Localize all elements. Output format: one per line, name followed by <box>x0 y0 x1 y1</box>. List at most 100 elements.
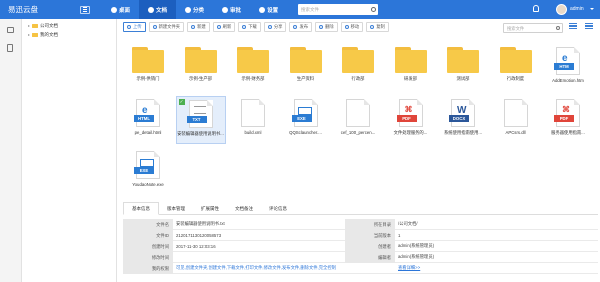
refresh-icon <box>216 25 221 29</box>
file-name-label: 测试部 <box>456 76 470 81</box>
nav-desktop[interactable]: 桌面 <box>102 0 139 19</box>
detail-label: 修改时间 <box>123 251 173 263</box>
menu-toggle-button[interactable] <box>80 5 90 14</box>
file-type-badge: HTM <box>554 63 574 70</box>
tab-versions[interactable]: 版本管理 <box>159 202 193 215</box>
detail-table: 文件名 安装编辑器使用说明书.txt 所在目录 /公司文档/ 文件ID 2120… <box>123 218 598 274</box>
file-item[interactable]: EXE YoudaoNote.exe <box>123 148 173 196</box>
tab-comments[interactable]: 评论信息 <box>261 202 295 215</box>
tab-notes[interactable]: 文档备注 <box>227 202 261 215</box>
file-name-label: 安装编辑器使用说明书... <box>177 131 224 136</box>
file-item[interactable]: TXT ✓ 安装编辑器使用说明书... <box>175 96 226 144</box>
folder-icon <box>447 47 479 73</box>
generic-file-icon <box>241 99 265 127</box>
main-nav: 桌面 文档 分类 审批 设置 <box>102 0 287 19</box>
upload-button[interactable]: 上传 <box>123 22 146 32</box>
top-search-input[interactable]: 搜索文件 <box>298 4 378 15</box>
clipboard-icon[interactable] <box>7 44 13 52</box>
checkmark-icon[interactable]: ✓ <box>178 99 185 105</box>
folder-icon[interactable] <box>7 27 14 33</box>
folder-item[interactable]: 示例-财务部 <box>228 44 278 92</box>
view-details-link[interactable]: 查看详细>> <box>398 265 420 270</box>
created-value: 2017-11-30 12:03:16 <box>176 243 216 249</box>
creator-value: admin(系统管理员) <box>398 243 435 248</box>
nav-documents[interactable]: 文档 <box>139 0 177 19</box>
txt-file-icon: TXT <box>186 100 213 128</box>
detail-row: 创建时间 2017-11-30 12:03:16 创建者 admin(系统管理员… <box>123 240 598 252</box>
detail-label: 编辑者 <box>345 251 395 263</box>
username[interactable]: admin <box>570 6 584 12</box>
download-button[interactable]: 下载 <box>238 22 261 32</box>
location-value: /公司文档/ <box>398 221 418 226</box>
file-id-value: 2120171130120058573 <box>176 232 222 238</box>
file-name-label: 行政制度 <box>506 76 525 81</box>
new-folder-button[interactable]: 新建文件夹 <box>148 22 185 32</box>
delete-button[interactable]: 删除 <box>315 22 338 32</box>
folder-icon <box>32 24 38 28</box>
file-item[interactable]: ⌘ PDF 文件处理服务的... <box>386 96 436 144</box>
file-type-badge: PDF <box>554 115 574 122</box>
bell-icon[interactable] <box>533 5 539 12</box>
tab-extended-attributes[interactable]: 扩展属性 <box>193 202 227 215</box>
folder-item[interactable]: 行政制度 <box>491 44 541 92</box>
detail-row: 文件ID 2120171130120058573 当前版本 1 <box>123 229 598 241</box>
folder-item[interactable]: 示例-生产部 <box>176 44 226 92</box>
file-item[interactable]: cef_100_percen... <box>333 96 383 144</box>
file-item[interactable]: build.xml <box>228 96 278 144</box>
move-button[interactable]: 移动 <box>340 22 364 32</box>
generic-file-icon <box>503 99 528 127</box>
file-item[interactable]: W DOCX 系统使用指南使用... <box>438 96 488 144</box>
search-icon[interactable] <box>371 6 376 12</box>
file-name-label: 系统使用指南使用... <box>444 130 482 135</box>
list-view-icon[interactable] <box>569 23 577 31</box>
folder-item[interactable]: 示例-供销门 <box>123 44 173 92</box>
refresh-button[interactable]: 刷新 <box>212 22 236 32</box>
left-icon-strip <box>0 19 22 282</box>
file-name-label: 文件处理服务的... <box>393 130 428 135</box>
folder-item[interactable]: 生产资料 <box>281 44 331 92</box>
file-name-label: 行政部 <box>351 76 365 81</box>
file-type-badge: PDF <box>396 115 417 122</box>
tree-item-company-docs[interactable]: 公司文档 <box>28 23 58 29</box>
search-icon[interactable] <box>556 26 560 30</box>
folder-icon <box>237 47 269 73</box>
desktop-icon <box>111 6 117 13</box>
file-item[interactable]: APCsrs.dll <box>491 96 541 144</box>
share-button[interactable]: 分享 <box>263 22 287 32</box>
grid-view-icon[interactable] <box>585 23 593 31</box>
detail-label: 文件名 <box>123 218 173 230</box>
avatar[interactable] <box>556 4 567 15</box>
folder-icon <box>32 33 38 37</box>
folder-icon <box>394 47 427 73</box>
file-name-label: 示例-财务部 <box>241 76 265 81</box>
folder-item[interactable]: 测试部 <box>438 44 488 92</box>
new-button[interactable]: 新建 <box>187 22 210 32</box>
expand-arrow-icon[interactable] <box>28 25 30 27</box>
permissions-value: 可见,创建文件夹,创建文件,下载文件,打印文件,修改文件,发布文件,删除文件,完… <box>176 265 336 270</box>
tree-item-my-docs[interactable]: 我的文档 <box>28 32 58 38</box>
copy-button[interactable]: 复制 <box>366 22 389 32</box>
nav-approval[interactable]: 审批 <box>213 0 250 19</box>
file-item[interactable]: e HTM AddEmotion.htm <box>543 44 593 92</box>
file-name-label: pe_detail.html <box>134 130 162 135</box>
chevron-down-icon[interactable] <box>590 8 594 10</box>
tab-basic-info[interactable]: 基本信息 <box>123 202 159 215</box>
file-search-input[interactable]: 搜索文件 <box>503 23 563 33</box>
exe-file-icon: EXE <box>134 151 160 179</box>
publish-icon <box>293 25 298 29</box>
publish-button[interactable]: 发布 <box>289 22 313 32</box>
folder-item[interactable]: 研发部 <box>386 44 436 92</box>
detail-label: 文件ID <box>123 229 173 241</box>
copy-icon <box>370 25 375 29</box>
expand-arrow-icon[interactable] <box>28 34 30 36</box>
file-item[interactable]: ⌘ PDF 服务器使用指南... <box>543 96 593 144</box>
folder-icon <box>184 47 217 73</box>
file-item[interactable]: EXE QQSclauncher.... <box>281 96 331 144</box>
app-brand: 易迅云盘 <box>8 5 38 14</box>
file-item[interactable]: e HTML pe_detail.html <box>123 96 173 144</box>
nav-category[interactable]: 分类 <box>176 0 213 19</box>
nav-settings[interactable]: 设置 <box>250 0 287 19</box>
folder-icon <box>132 47 164 73</box>
file-name-label: AddEmotion.htm <box>552 78 584 83</box>
folder-item[interactable]: 行政部 <box>333 44 383 92</box>
